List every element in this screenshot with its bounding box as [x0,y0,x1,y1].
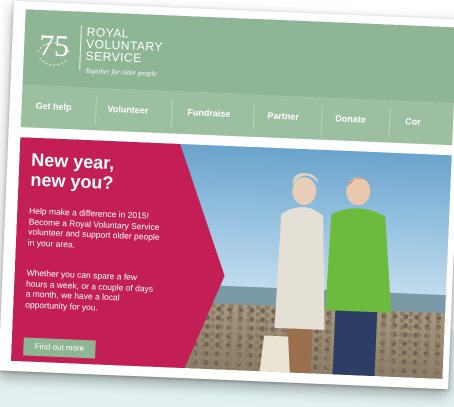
nav-fundraise[interactable]: Fundraise [187,107,230,119]
nav-donate[interactable]: Donate [335,113,366,124]
promo-paragraph-1: Help make a difference in 2015! Become a… [27,205,160,250]
hero-photo-figures [258,173,392,380]
promo-heading: New year, new you? [30,149,115,194]
find-out-more-button[interactable]: Find out more [23,337,96,358]
promo-paragraph-2: Whether you can spare a few hours a week… [25,267,154,313]
nav-separator [252,102,255,131]
logo-arc-icon [37,42,71,66]
screenshot-card: 75 ROYAL VOLUNTARY SERVICE Together for … [0,0,454,390]
woman-bag [258,335,291,380]
nav-separator [320,105,323,134]
woman-coat [274,207,325,331]
brand-name[interactable]: ROYAL VOLUNTARY SERVICE Together for old… [84,25,164,80]
nav-volunteer[interactable]: Volunteer [107,104,148,116]
man-head [346,177,371,206]
brand-tagline: Together for older people [84,66,157,78]
nav-corporate[interactable]: Cor [405,116,421,127]
man-jacket [325,208,392,313]
logo-divider [79,25,82,70]
nav-separator [94,96,98,125]
anniversary-logo[interactable]: 75 [31,22,77,72]
man-legs [331,310,378,380]
website-screen: 75 ROYAL VOLUNTARY SERVICE Together for … [10,9,454,380]
nav-partner[interactable]: Partner [267,110,299,121]
nav-separator [388,108,391,137]
hero-banner: New year, new you? Help make a differenc… [10,137,452,380]
nav-separator [170,99,173,128]
nav-get-help[interactable]: Get help [35,101,71,112]
